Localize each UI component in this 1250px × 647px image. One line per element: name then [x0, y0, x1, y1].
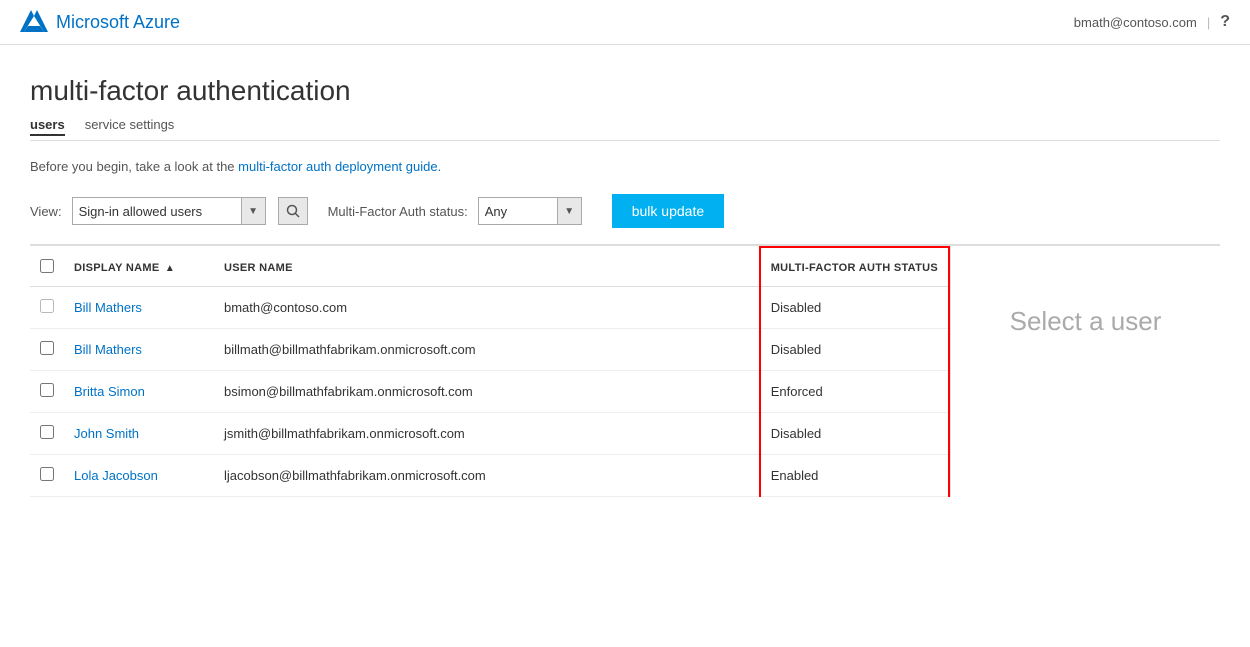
- mfa-status-select-arrow[interactable]: ▼: [558, 197, 582, 225]
- table-container: DISPLAY NAME ▲ USER NAME MULTI-FACTOR AU…: [30, 244, 1220, 497]
- users-table: DISPLAY NAME ▲ USER NAME MULTI-FACTOR AU…: [30, 246, 950, 497]
- table-row: John Smith jsmith@billmathfabrikam.onmic…: [30, 413, 949, 455]
- bulk-update-button[interactable]: bulk update: [612, 194, 724, 228]
- filter-bar: View: Sign-in allowed users ▼ Multi-Fact…: [30, 194, 1220, 228]
- row-checkbox[interactable]: [40, 383, 54, 397]
- row-user-name: bsimon@billmathfabrikam.onmicrosoft.com: [214, 371, 760, 413]
- table-row: Britta Simon bsimon@billmathfabrikam.onm…: [30, 371, 949, 413]
- header-right: bmath@contoso.com | ?: [1074, 13, 1230, 31]
- row-user-name: ljacobson@billmathfabrikam.onmicrosoft.c…: [214, 455, 760, 497]
- row-user-name: jsmith@billmathfabrikam.onmicrosoft.com: [214, 413, 760, 455]
- main-content: multi-factor authentication users servic…: [0, 45, 1250, 517]
- tabs-bar: users service settings: [30, 115, 1220, 141]
- th-checkbox: [30, 247, 64, 287]
- row-display-name: Lola Jacobson: [64, 455, 214, 497]
- tab-users[interactable]: users: [30, 115, 65, 136]
- help-icon[interactable]: ?: [1220, 13, 1230, 31]
- row-display-name: Bill Mathers: [64, 329, 214, 371]
- row-checkbox[interactable]: [40, 341, 54, 355]
- view-select-arrow[interactable]: ▼: [242, 197, 266, 225]
- row-user-name: bmath@contoso.com: [214, 287, 760, 329]
- row-checkbox-cell: [30, 455, 64, 497]
- azure-header-title: Microsoft Azure: [56, 12, 180, 33]
- row-mfa-status: Enabled: [760, 455, 949, 497]
- user-name-link[interactable]: Britta Simon: [74, 384, 145, 399]
- tab-service-settings[interactable]: service settings: [85, 115, 175, 136]
- select-user-panel: Select a user: [950, 246, 1220, 497]
- row-user-name: billmath@billmathfabrikam.onmicrosoft.co…: [214, 329, 760, 371]
- deployment-guide-link[interactable]: multi-factor auth deployment guide.: [238, 159, 441, 174]
- mfa-status-select-wrap: Any ▼: [478, 197, 582, 225]
- row-checkbox[interactable]: [40, 425, 54, 439]
- header: Microsoft Azure bmath@contoso.com | ?: [0, 0, 1250, 45]
- th-display-name: DISPLAY NAME ▲: [64, 247, 214, 287]
- row-mfa-status: Enforced: [760, 371, 949, 413]
- search-icon: [286, 204, 300, 218]
- user-name-link[interactable]: Bill Mathers: [74, 342, 142, 357]
- select-user-text: Select a user: [1010, 306, 1162, 337]
- row-checkbox[interactable]: [40, 467, 54, 481]
- row-checkbox-cell: [30, 413, 64, 455]
- row-checkbox-cell: [30, 287, 64, 329]
- mfa-status-label: Multi-Factor Auth status:: [328, 204, 468, 219]
- user-name-link[interactable]: Bill Mathers: [74, 300, 142, 315]
- sort-arrow-icon: ▲: [165, 263, 175, 274]
- row-display-name: Bill Mathers: [64, 287, 214, 329]
- row-checkbox-cell: [30, 371, 64, 413]
- th-user-name: USER NAME: [214, 247, 760, 287]
- user-email: bmath@contoso.com: [1074, 15, 1197, 30]
- table-row: Bill Mathers bmath@contoso.com Disabled: [30, 287, 949, 329]
- page-title: multi-factor authentication: [30, 75, 1220, 107]
- row-checkbox[interactable]: [40, 299, 54, 313]
- table-row: Bill Mathers billmath@billmathfabrikam.o…: [30, 329, 949, 371]
- select-all-checkbox[interactable]: [40, 259, 54, 273]
- mfa-status-select[interactable]: Any: [478, 197, 558, 225]
- row-checkbox-cell: [30, 329, 64, 371]
- row-mfa-status: Disabled: [760, 287, 949, 329]
- th-mfa-status: MULTI-FACTOR AUTH STATUS: [760, 247, 949, 287]
- row-mfa-status: Disabled: [760, 329, 949, 371]
- view-select[interactable]: Sign-in allowed users: [72, 197, 242, 225]
- user-name-link[interactable]: Lola Jacobson: [74, 468, 158, 483]
- info-text: Before you begin, take a look at the mul…: [30, 159, 1220, 174]
- header-logo: Microsoft Azure: [20, 8, 180, 36]
- table-row: Lola Jacobson ljacobson@billmathfabrikam…: [30, 455, 949, 497]
- view-label: View:: [30, 204, 62, 219]
- row-display-name: Britta Simon: [64, 371, 214, 413]
- row-display-name: John Smith: [64, 413, 214, 455]
- search-button[interactable]: [278, 197, 308, 225]
- view-select-wrap: Sign-in allowed users ▼: [72, 197, 266, 225]
- user-name-link[interactable]: John Smith: [74, 426, 139, 441]
- azure-logo-icon: [20, 8, 48, 36]
- row-mfa-status: Disabled: [760, 413, 949, 455]
- header-divider: |: [1207, 15, 1210, 30]
